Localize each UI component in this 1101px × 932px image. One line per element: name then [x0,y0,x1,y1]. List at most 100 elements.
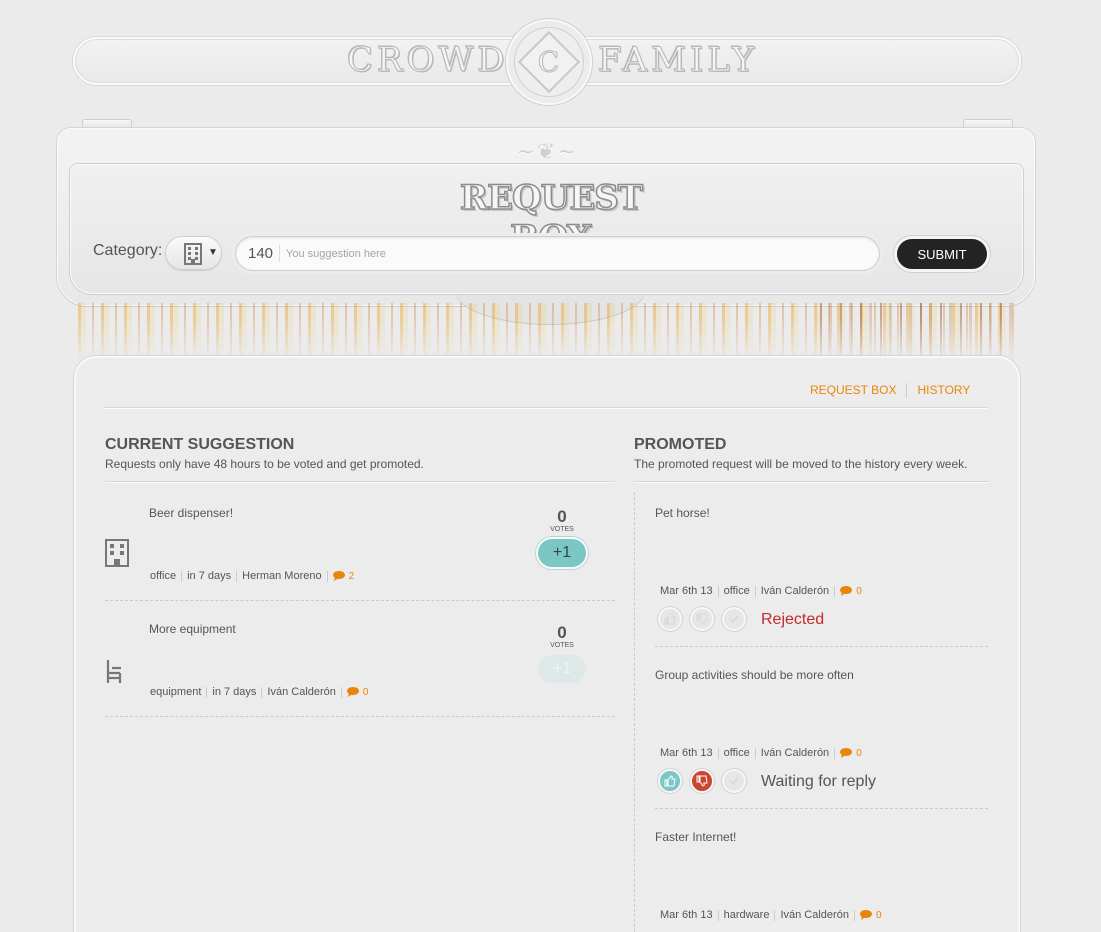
promoted-title: Group activities should be more often [655,668,854,682]
meta-category[interactable]: office [724,585,750,597]
chevron-down-icon: ▼ [208,247,218,258]
approve-button[interactable] [722,607,746,631]
comment-count-value: 0 [362,686,369,698]
char-counter: 140 [248,245,281,262]
meta-category[interactable]: office [724,747,750,759]
status-label: Waiting for reply [761,773,876,790]
current-suggestion-subtitle: Requests only have 48 hours to be voted … [105,457,424,471]
suggestion-input[interactable] [286,243,866,265]
item-divider [655,646,988,647]
item-divider [655,808,988,809]
promoted-heading: PROMOTED [634,436,727,453]
meta-date: Mar 6th 13 [660,909,713,921]
promoted-title: Pet horse! [655,506,710,520]
category-select[interactable]: ▼ [165,236,222,270]
comment-count[interactable]: 0 [346,686,369,698]
flourish-ornament-icon: ~❦~ [516,140,578,165]
nav-divider [906,383,908,398]
nav-request-box-link[interactable]: REQUEST BOX [810,383,896,398]
meta-author[interactable]: Herman Moreno [242,570,321,582]
current-suggestion-heading: CURRENT SUGGESTION [105,436,295,453]
thumbs-up-icon [664,775,676,787]
meta-divider [774,909,776,921]
comment-icon [332,571,345,581]
meta-author[interactable]: Iván Calderón [761,585,830,597]
dislike-button[interactable] [690,769,714,793]
section-nav: REQUEST BOX HISTORY [810,383,970,398]
comment-icon [346,687,359,697]
comment-count-value: 0 [875,909,882,921]
meta-time: in 7 days [212,686,257,698]
comment-icon [859,910,872,920]
submit-button[interactable]: SUBMIT [894,236,990,272]
meta-author[interactable]: Iván Calderón [761,747,830,759]
logo-emblem[interactable]: C [506,19,592,105]
promoted-subtitle: The promoted request will be moved to th… [634,457,968,471]
promoted-meta: Mar 6th 13 office Iván Calderón 0 [660,747,862,759]
item-divider [105,716,615,717]
meta-divider [181,570,183,582]
logo-word-left: CROWD [347,40,509,81]
suggestion-title: More equipment [149,622,236,636]
like-button[interactable] [658,769,682,793]
vote-count: 0 [557,507,567,526]
comment-count-value: 0 [856,747,862,759]
meta-divider [754,585,756,597]
meta-category[interactable]: equipment [150,686,201,698]
vote-count: 0 [557,623,567,642]
comment-count[interactable]: 2 [332,570,355,582]
meta-divider [853,909,855,921]
suggestion-field[interactable]: 140 [235,236,880,271]
promoted-column-divider [634,492,635,932]
logo-word-right: FAMILY [597,40,759,81]
approve-button[interactable] [722,769,746,793]
status-label: Rejected [761,611,825,628]
meta-category[interactable]: office [150,570,176,582]
meta-date: Mar 6th 13 [660,585,713,597]
comment-count[interactable]: 0 [859,909,882,921]
nav-divider-line [104,407,988,408]
meta-divider [717,909,719,921]
meta-divider [326,570,328,582]
promoted-title: Faster Internet! [655,830,737,844]
meta-time: in 7 days [187,570,232,582]
comment-count[interactable]: 0 [840,586,862,597]
meta-divider [236,570,238,582]
upvote-button[interactable]: +1 [536,537,588,569]
category-label: Category: [93,242,163,259]
meta-author[interactable]: Iván Calderón [780,909,849,921]
chair-icon [106,660,122,683]
building-icon [105,539,129,567]
comment-count-value: 2 [348,570,355,582]
like-button[interactable] [658,607,682,631]
thumbs-down-icon [696,775,708,787]
meta-author[interactable]: Iván Calderón [267,686,336,698]
suggestion-meta: equipment in 7 days Iván Calderón 0 [150,686,368,698]
suggestion-meta: office in 7 days Herman Moreno 2 [150,570,354,582]
building-icon [184,243,202,265]
checkmark-icon [729,615,739,624]
meta-divider [834,585,836,597]
thumbs-down-icon [696,613,708,625]
promoted-column-rule [634,481,988,482]
suggestion-title: Beer dispenser! [149,506,234,520]
votes-label: VOTES [550,642,574,649]
dislike-button[interactable] [690,607,714,631]
rust-texture-band-dark [820,303,1018,363]
votes-label: VOTES [550,526,574,533]
meta-divider [754,747,756,759]
promoted-meta: Mar 6th 13 office Iván Calderón 0 [660,585,862,597]
logo-emblem-letter: C [538,45,560,79]
nav-history-link[interactable]: HISTORY [917,383,970,398]
current-column-rule [105,481,615,482]
comment-count[interactable]: 0 [840,748,862,759]
comment-icon [840,586,853,596]
meta-category[interactable]: hardware [724,909,770,921]
meta-divider [340,686,342,698]
upvote-button[interactable]: +1 [536,653,588,685]
meta-divider [717,585,719,597]
meta-divider [261,686,263,698]
meta-divider [834,747,836,759]
promoted-meta: Mar 6th 13 hardware Iván Calderón 0 [660,909,882,921]
meta-divider [206,686,208,698]
